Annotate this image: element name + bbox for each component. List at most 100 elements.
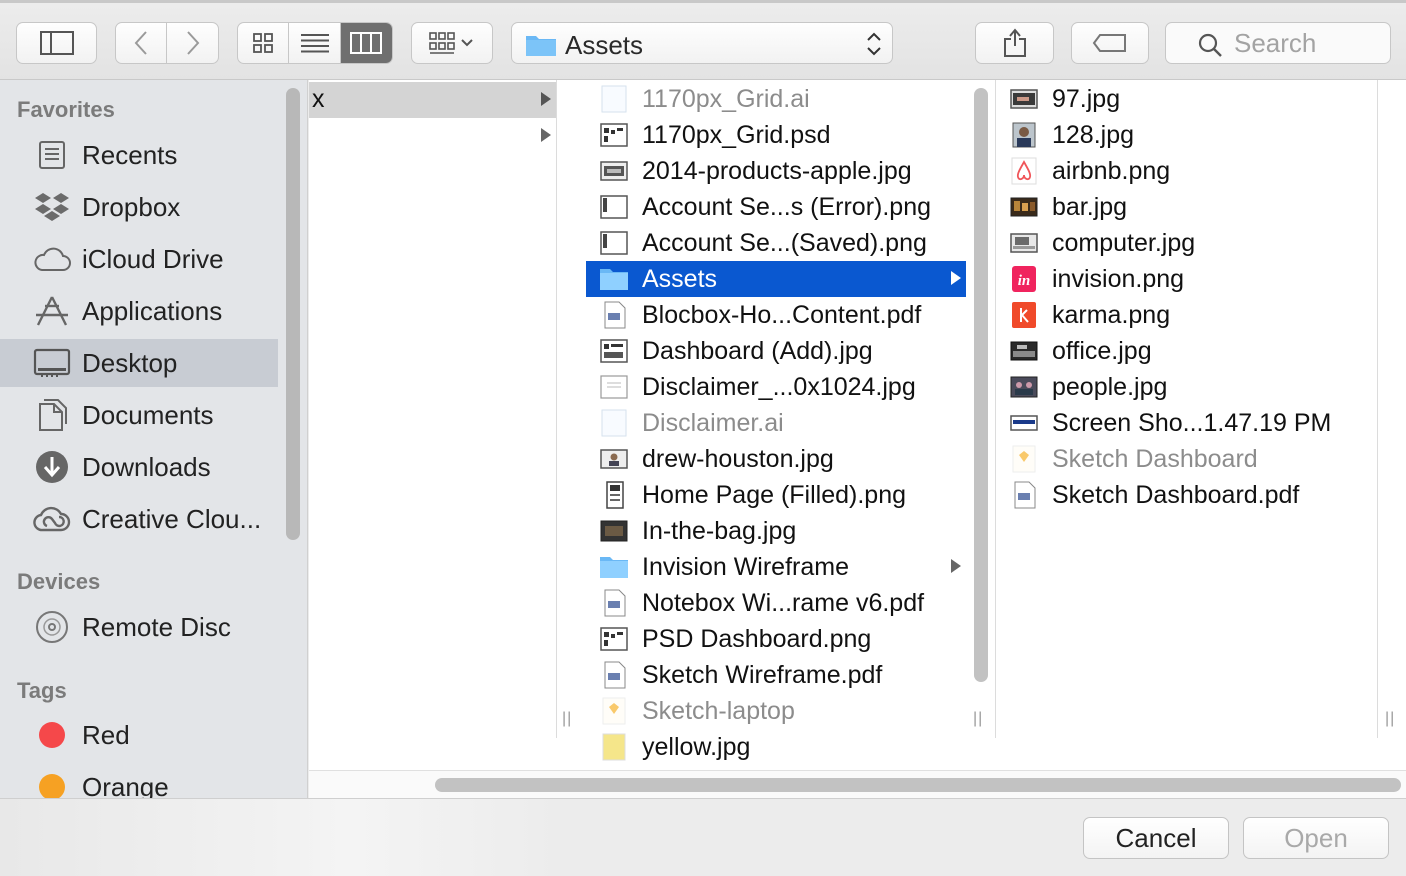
- share-button[interactable]: [975, 22, 1054, 64]
- file-name: Sketch Dashboard: [1052, 444, 1258, 473]
- file-name: 1170px_Grid.ai: [642, 84, 810, 113]
- svg-text:in: in: [1018, 273, 1031, 289]
- file-row[interactable]: in invision.png: [996, 261, 1376, 297]
- path-popup[interactable]: Assets: [511, 22, 893, 64]
- column-resize-handle[interactable]: ||: [1385, 710, 1395, 728]
- back-button[interactable]: [116, 23, 168, 63]
- file-name: Sketch Wireframe.pdf: [642, 660, 883, 689]
- file-name: karma.png: [1052, 300, 1171, 329]
- file-row[interactable]: Account Se...s (Error).png: [586, 189, 966, 225]
- sidebar-item-documents[interactable]: Documents: [0, 391, 278, 439]
- search-field[interactable]: [1165, 22, 1391, 64]
- dialog-footer: Cancel Open: [0, 798, 1406, 876]
- documents-icon: [32, 399, 72, 431]
- list-view-button[interactable]: [289, 23, 341, 63]
- sidebar-item-remote-disc[interactable]: Remote Disc: [0, 603, 278, 651]
- sidebar-item-label: Remote Disc: [82, 611, 231, 642]
- arrange-button[interactable]: [411, 22, 493, 64]
- file-name: people.jpg: [1052, 372, 1168, 401]
- file-row[interactable]: yellow.jpg: [586, 729, 966, 765]
- sidebar-item-dropbox[interactable]: Dropbox: [0, 183, 278, 231]
- column-resize-handle[interactable]: ||: [973, 710, 983, 728]
- file-row[interactable]: Sketch-laptop: [586, 693, 966, 729]
- folder-row-selected[interactable]: Assets: [586, 261, 966, 297]
- file-row[interactable]: drew-houston.jpg: [586, 441, 966, 477]
- file-row[interactable]: Blocbox-Ho...Content.pdf: [586, 297, 966, 333]
- file-row[interactable]: Sketch Wireframe.pdf: [586, 657, 966, 693]
- sidebar-tag-red[interactable]: Red: [0, 711, 278, 759]
- sidebar-item-downloads[interactable]: Downloads: [0, 443, 278, 491]
- sidebar-item-applications[interactable]: Applications: [0, 287, 278, 335]
- image-thumbnail-icon: [600, 339, 628, 363]
- pdf-file-icon: [604, 661, 626, 689]
- file-row[interactable]: Disclaimer.ai: [586, 405, 966, 441]
- sidebar-item-icloud-drive[interactable]: iCloud Drive: [0, 235, 278, 283]
- sidebar-scrollbar[interactable]: [286, 88, 300, 540]
- column2-scrollbar[interactable]: [974, 88, 988, 682]
- forward-button[interactable]: [167, 23, 218, 63]
- column1-item[interactable]: x: [309, 82, 556, 118]
- sidebar-item-creative-cloud[interactable]: Creative Clou...: [0, 495, 278, 543]
- file-row[interactable]: Notebox Wi...rame v6.pdf: [586, 585, 966, 621]
- horizontal-scrollbar-thumb[interactable]: [435, 778, 1401, 792]
- horizontal-scrollbar[interactable]: [309, 770, 1406, 798]
- invision-icon: in: [1012, 266, 1036, 292]
- file-row[interactable]: airbnb.png: [996, 153, 1376, 189]
- file-row[interactable]: PSD Dashboard.png: [586, 621, 966, 657]
- image-thumbnail-icon: [600, 449, 628, 469]
- file-row[interactable]: 97.jpg: [996, 81, 1376, 117]
- file-row[interactable]: 1170px_Grid.psd: [586, 117, 966, 153]
- image-thumbnail-icon: [1010, 233, 1038, 253]
- sidebar-toggle-button[interactable]: [16, 22, 97, 64]
- icon-view-button[interactable]: [238, 23, 290, 63]
- cancel-button[interactable]: Cancel: [1083, 817, 1229, 859]
- image-thumbnail-icon: [1012, 122, 1036, 148]
- file-row[interactable]: office.jpg: [996, 333, 1376, 369]
- file-row[interactable]: Disclaimer_...0x1024.jpg: [586, 369, 966, 405]
- file-row[interactable]: computer.jpg: [996, 225, 1376, 261]
- file-name: Dashboard (Add).jpg: [642, 336, 873, 365]
- file-row[interactable]: people.jpg: [996, 369, 1376, 405]
- sidebar-item-desktop[interactable]: Desktop: [0, 339, 278, 387]
- column-view-button[interactable]: [340, 23, 392, 63]
- column1-item[interactable]: [309, 118, 556, 154]
- file-name: Assets: [642, 264, 718, 293]
- screenshot-file-icon: [1010, 415, 1038, 431]
- file-row[interactable]: Dashboard (Add).jpg: [586, 333, 966, 369]
- airbnb-icon: [1011, 157, 1037, 185]
- file-row[interactable]: Home Page (Filled).png: [586, 477, 966, 513]
- devices-heading: Devices: [17, 569, 101, 594]
- file-row[interactable]: Sketch Dashboard.pdf: [996, 477, 1376, 513]
- file-row[interactable]: Screen Sho...1.47.19 PM: [996, 405, 1376, 441]
- red-tag-dot-icon: [32, 719, 72, 751]
- favorites-heading: Favorites: [17, 97, 115, 122]
- sketch-file-icon: [1012, 445, 1036, 473]
- folder-row[interactable]: Invision Wireframe: [586, 549, 966, 585]
- search-input[interactable]: [1234, 27, 1384, 59]
- file-row[interactable]: In-the-bag.jpg: [586, 513, 966, 549]
- tags-button[interactable]: [1071, 22, 1149, 64]
- folder-icon: [600, 557, 628, 578]
- file-name: Invision Wireframe: [642, 552, 849, 581]
- file-row[interactable]: 1170px_Grid.ai: [586, 81, 966, 117]
- file-row[interactable]: 2014-products-apple.jpg: [586, 153, 966, 189]
- ai-file-icon: [601, 409, 627, 437]
- file-row[interactable]: karma.png: [996, 297, 1376, 333]
- sidebar-icon: [39, 31, 74, 55]
- sidebar-item-recents[interactable]: Recents: [0, 131, 278, 179]
- file-row[interactable]: bar.jpg: [996, 189, 1376, 225]
- sidebar-item-label: Desktop: [82, 347, 178, 378]
- image-thumbnail-icon: [600, 520, 628, 542]
- file-row[interactable]: Account Se...(Saved).png: [586, 225, 966, 261]
- sidebar-tag-orange[interactable]: Orange: [0, 763, 278, 798]
- column-resize-handle[interactable]: ||: [562, 710, 572, 728]
- file-row[interactable]: Sketch Dashboard: [996, 441, 1376, 477]
- column-divider: [556, 80, 557, 738]
- file-name: Disclaimer.ai: [642, 408, 784, 437]
- file-name: Sketch-laptop: [642, 696, 795, 725]
- file-row[interactable]: 128.jpg: [996, 117, 1376, 153]
- sidebar-item-label: Dropbox: [82, 191, 181, 222]
- grid-icon: [253, 33, 274, 53]
- open-button[interactable]: Open: [1243, 817, 1389, 859]
- file-name: Home Page (Filled).png: [642, 480, 907, 509]
